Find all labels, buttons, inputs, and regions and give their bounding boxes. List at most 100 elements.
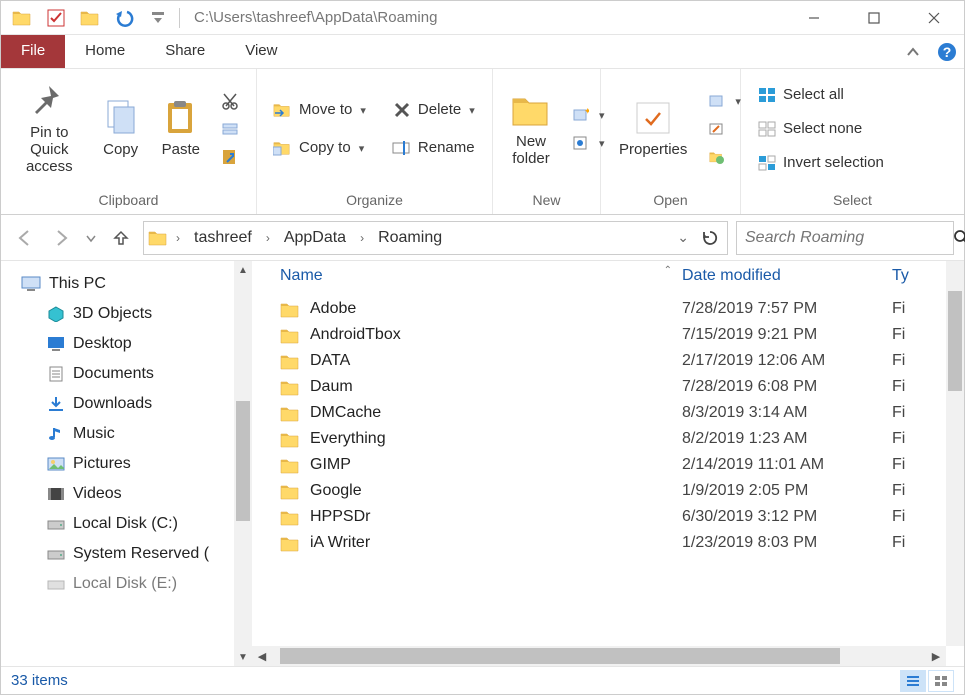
new-item-icon: ✦ [571, 105, 591, 125]
nav-desktop[interactable]: Desktop [17, 329, 252, 359]
tab-file[interactable]: File [1, 35, 65, 68]
up-button[interactable] [107, 224, 135, 252]
folder-icon [280, 404, 300, 422]
table-row[interactable]: Everything8/2/2019 1:23 AMFi [252, 426, 964, 452]
copy-button[interactable]: Copy [94, 95, 148, 162]
table-row[interactable]: Adobe7/28/2019 7:57 PMFi [252, 296, 964, 322]
chevron-right-icon[interactable]: › [172, 231, 184, 245]
qat-folder-icon[interactable] [7, 4, 37, 32]
copy-path-icon [220, 119, 240, 139]
nav-this-pc[interactable]: This PC [17, 269, 252, 299]
chevron-right-icon[interactable]: › [356, 231, 368, 245]
paste-button[interactable]: Paste [154, 95, 208, 162]
file-date: 1/9/2019 2:05 PM [682, 482, 892, 500]
nav-videos[interactable]: Videos [17, 479, 252, 509]
collapse-ribbon-icon[interactable] [896, 35, 930, 68]
nav-pictures[interactable]: Pictures [17, 449, 252, 479]
column-date-modified[interactable]: Date modified [682, 267, 892, 285]
invert-selection-button[interactable]: Invert selection [751, 151, 890, 175]
tab-view[interactable]: View [225, 35, 297, 68]
nav-downloads[interactable]: Downloads [17, 389, 252, 419]
qat-customize-icon[interactable] [143, 4, 173, 32]
videos-icon [47, 486, 65, 502]
copy-path-button[interactable] [214, 117, 246, 141]
details-view-button[interactable] [900, 670, 926, 692]
nav-local-disk-e[interactable]: Local Disk (E:) [17, 569, 252, 599]
table-row[interactable]: GIMP2/14/2019 11:01 AMFi [252, 452, 964, 478]
breadcrumb[interactable]: Roaming [372, 229, 448, 247]
table-row[interactable]: iA Writer1/23/2019 8:03 PMFi [252, 530, 964, 556]
chevron-down-icon[interactable]: ⌄ [673, 229, 693, 246]
forward-button[interactable] [47, 224, 75, 252]
delete-icon [392, 100, 412, 120]
scrollbar-thumb[interactable] [280, 648, 840, 664]
copy-icon [102, 99, 140, 137]
delete-button[interactable]: Delete [386, 98, 481, 122]
minimize-button[interactable] [784, 2, 844, 34]
address-bar[interactable]: › tashreef › AppData › Roaming ⌄ [143, 221, 728, 255]
help-button[interactable]: ? [930, 35, 964, 68]
ribbon-tabs: File Home Share View ? [1, 35, 964, 69]
copy-to-button[interactable]: Copy to [267, 136, 372, 160]
recent-locations-button[interactable] [83, 224, 99, 252]
rename-button[interactable]: Rename [386, 136, 481, 160]
paste-shortcut-button[interactable] [214, 145, 246, 169]
table-row[interactable]: DATA2/17/2019 12:06 AMFi [252, 348, 964, 374]
thumbnails-view-button[interactable] [928, 670, 954, 692]
group-clipboard-label: Clipboard [1, 188, 256, 214]
file-date: 7/15/2019 9:21 PM [682, 326, 892, 344]
qat-properties-icon[interactable] [41, 4, 71, 32]
breadcrumb[interactable]: AppData [278, 229, 352, 247]
search-icon[interactable] [953, 229, 965, 247]
chevron-right-icon[interactable]: › [262, 231, 274, 245]
folder-icon [280, 300, 300, 318]
maximize-button[interactable] [844, 2, 904, 34]
back-button[interactable] [11, 224, 39, 252]
file-vertical-scrollbar[interactable] [946, 261, 964, 646]
select-all-button[interactable]: Select all [751, 83, 890, 107]
table-row[interactable]: Daum7/28/2019 6:08 PMFi [252, 374, 964, 400]
move-to-button[interactable]: Move to [267, 98, 372, 122]
nav-music[interactable]: Music [17, 419, 252, 449]
column-name[interactable]: Name⌃ [252, 267, 682, 285]
pc-icon [21, 276, 41, 292]
close-button[interactable] [904, 2, 964, 34]
new-folder-button[interactable]: New folder [503, 87, 559, 171]
table-row[interactable]: AndroidTbox7/15/2019 9:21 PMFi [252, 322, 964, 348]
nav-local-disk-c[interactable]: Local Disk (C:) [17, 509, 252, 539]
moveto-icon [273, 100, 293, 120]
tab-home[interactable]: Home [65, 35, 145, 68]
breadcrumb[interactable]: tashreef [188, 229, 258, 247]
file-horizontal-scrollbar[interactable]: ◀▶ [252, 646, 946, 666]
paste-shortcut-icon [220, 147, 240, 167]
file-date: 7/28/2019 6:08 PM [682, 378, 892, 396]
file-name: DMCache [310, 404, 381, 422]
drive-icon [47, 576, 65, 592]
scrollbar-thumb[interactable] [948, 291, 962, 391]
refresh-button[interactable] [697, 229, 723, 247]
pin-quick-access-button[interactable]: Pin to Quick access [11, 78, 88, 179]
navigation-bar: › tashreef › AppData › Roaming ⌄ [1, 215, 964, 261]
scrollbar-thumb[interactable] [236, 401, 250, 521]
file-list-pane: Name⌃ Date modified Ty Adobe7/28/2019 7:… [252, 261, 964, 666]
nav-system-reserved[interactable]: System Reserved ( [17, 539, 252, 569]
nav-documents[interactable]: Documents [17, 359, 252, 389]
table-row[interactable]: DMCache8/3/2019 3:14 AMFi [252, 400, 964, 426]
search-input[interactable] [745, 229, 953, 247]
select-none-button[interactable]: Select none [751, 117, 890, 141]
nav-3d-objects[interactable]: 3D Objects [17, 299, 252, 329]
tab-share[interactable]: Share [145, 35, 225, 68]
cut-button[interactable] [214, 89, 246, 113]
qat-undo-icon[interactable] [109, 4, 139, 32]
file-date: 1/23/2019 8:03 PM [682, 534, 892, 552]
navpane-scrollbar[interactable]: ▲▼ [234, 261, 252, 666]
cube-icon [47, 306, 65, 322]
properties-button[interactable]: Properties [611, 95, 695, 162]
svg-text:?: ? [943, 44, 952, 60]
table-row[interactable]: HPPSDr6/30/2019 3:12 PMFi [252, 504, 964, 530]
folder-icon [280, 534, 300, 552]
qat-newfolder-icon[interactable] [75, 4, 105, 32]
group-select-label: Select [741, 188, 964, 214]
search-box[interactable] [736, 221, 954, 255]
table-row[interactable]: Google1/9/2019 2:05 PMFi [252, 478, 964, 504]
